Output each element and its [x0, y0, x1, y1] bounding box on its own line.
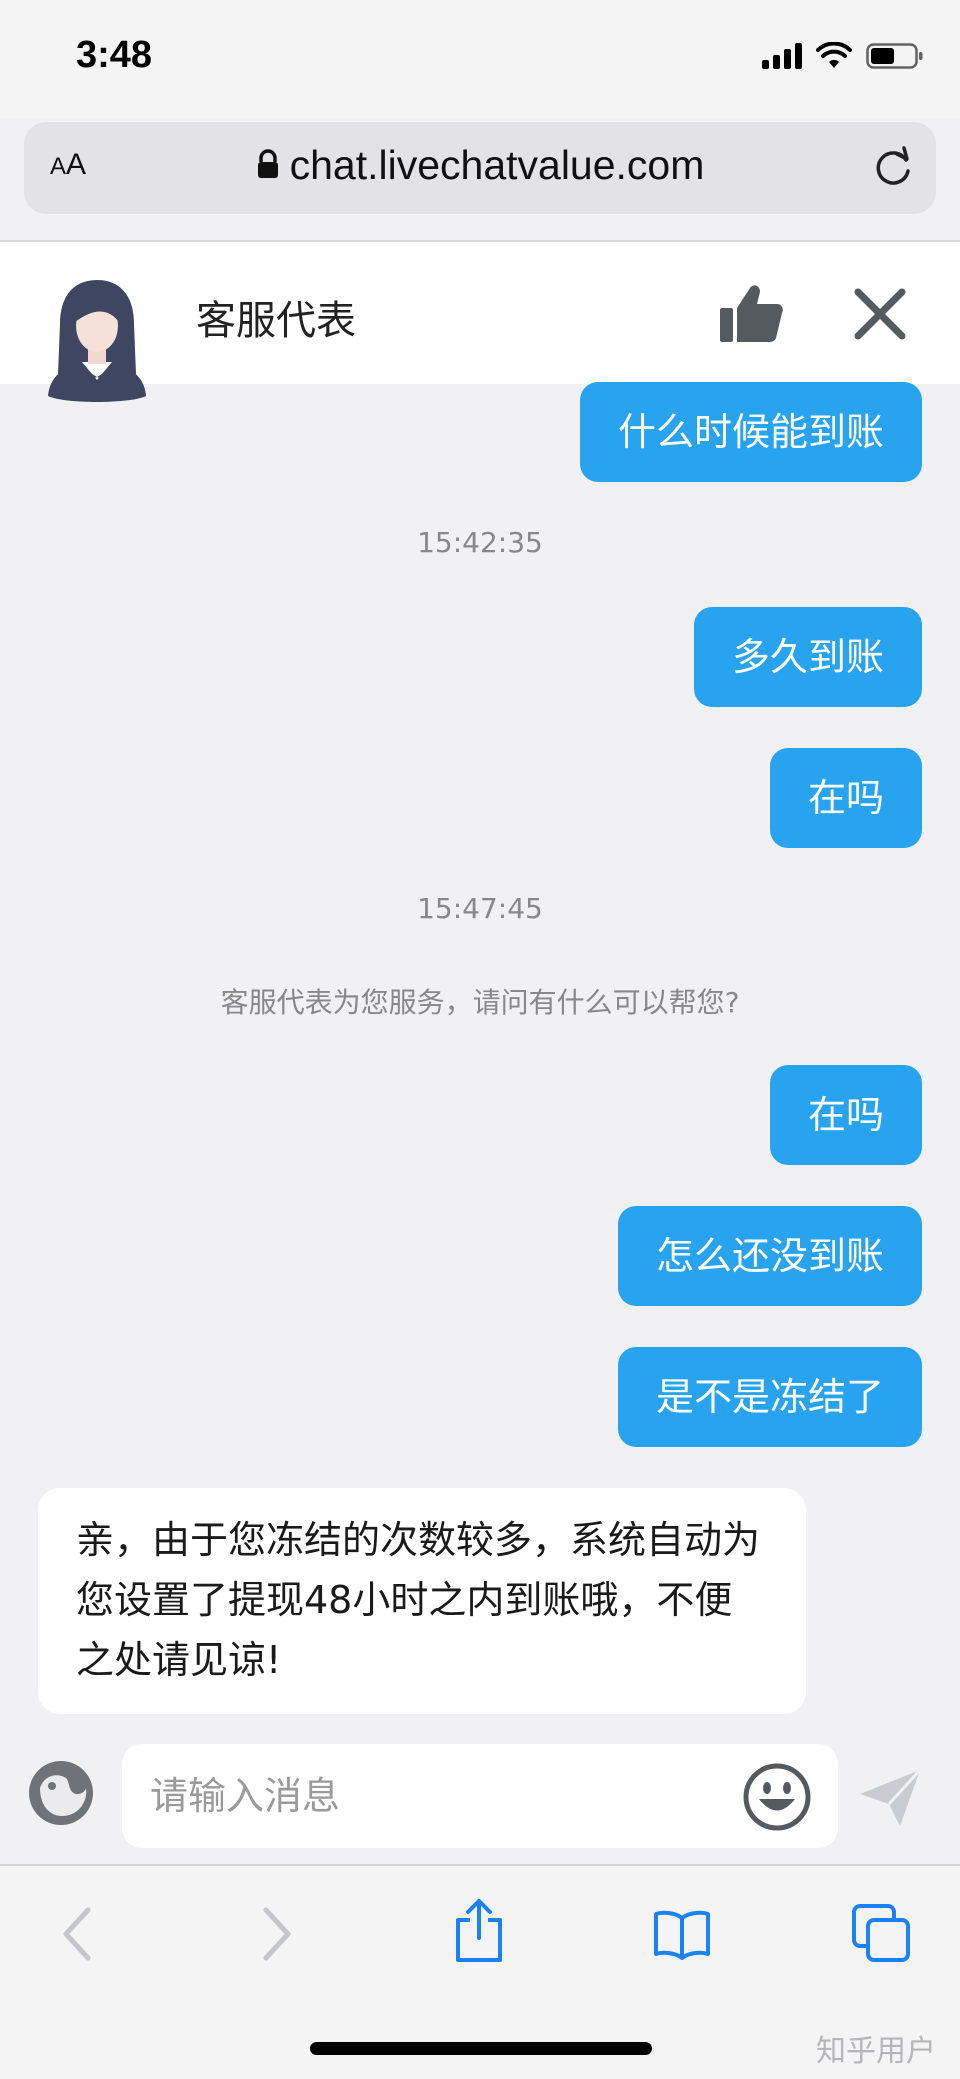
browser-toolbar: 知乎用户: [0, 1866, 960, 2079]
url-text: chat.livechatvalue.com: [289, 142, 705, 188]
system-notice: 客服代表为您服务，请问有什么可以帮您?: [220, 986, 740, 1019]
tabs-icon[interactable]: [852, 1904, 912, 1964]
watermark: 知乎用户: [816, 2034, 936, 2069]
chat-header: 客服代表: [0, 242, 960, 402]
outgoing-message: 怎么还没到账: [617, 1206, 922, 1306]
emoji-icon[interactable]: [742, 1762, 812, 1832]
share-icon[interactable]: [452, 1898, 506, 1964]
message-input-bar: [0, 1734, 960, 1864]
outgoing-message: 多久到账: [693, 607, 922, 707]
sticker-icon[interactable]: [26, 1758, 96, 1828]
home-indicator[interactable]: [310, 2042, 652, 2055]
outgoing-message: 在吗: [769, 1065, 922, 1165]
url-display[interactable]: chat.livechatvalue.com: [24, 142, 936, 189]
agent-name: 客服代表: [196, 298, 356, 344]
close-icon[interactable]: [852, 286, 908, 342]
timestamp: 15:47:45: [417, 892, 543, 925]
outgoing-message: 什么时候能到账: [579, 382, 922, 482]
status-icons: [762, 42, 924, 70]
outgoing-message: 在吗: [769, 748, 922, 848]
battery-icon: [866, 43, 923, 69]
address-bar[interactable]: AA chat.livechatvalue.com: [24, 122, 936, 214]
forward-arrow-icon[interactable]: [260, 1906, 294, 1962]
lock-icon: [257, 149, 278, 179]
send-icon[interactable]: [858, 1768, 922, 1828]
outgoing-message: 是不是冻结了: [617, 1347, 922, 1447]
status-time: 3:48: [76, 34, 153, 76]
timestamp: 15:42:35: [417, 526, 543, 559]
wifi-icon: [816, 42, 852, 68]
incoming-message: 亲，由于您冻结的次数较多，系统自动为您设置了提现48小时之内到账哦，不便之处请见…: [38, 1488, 806, 1714]
message-input[interactable]: [122, 1744, 838, 1848]
bookmarks-icon[interactable]: [652, 1908, 712, 1960]
cellular-signal-icon: [762, 43, 802, 69]
reload-icon[interactable]: [868, 142, 918, 192]
message-list[interactable]: 什么时候能到账 15:42:35 多久到账 在吗 15:47:45 客服代表为您…: [0, 382, 960, 1734]
status-bar: 3:48: [0, 0, 960, 118]
thumbs-up-icon[interactable]: [718, 282, 784, 344]
back-arrow-icon[interactable]: [60, 1906, 94, 1962]
